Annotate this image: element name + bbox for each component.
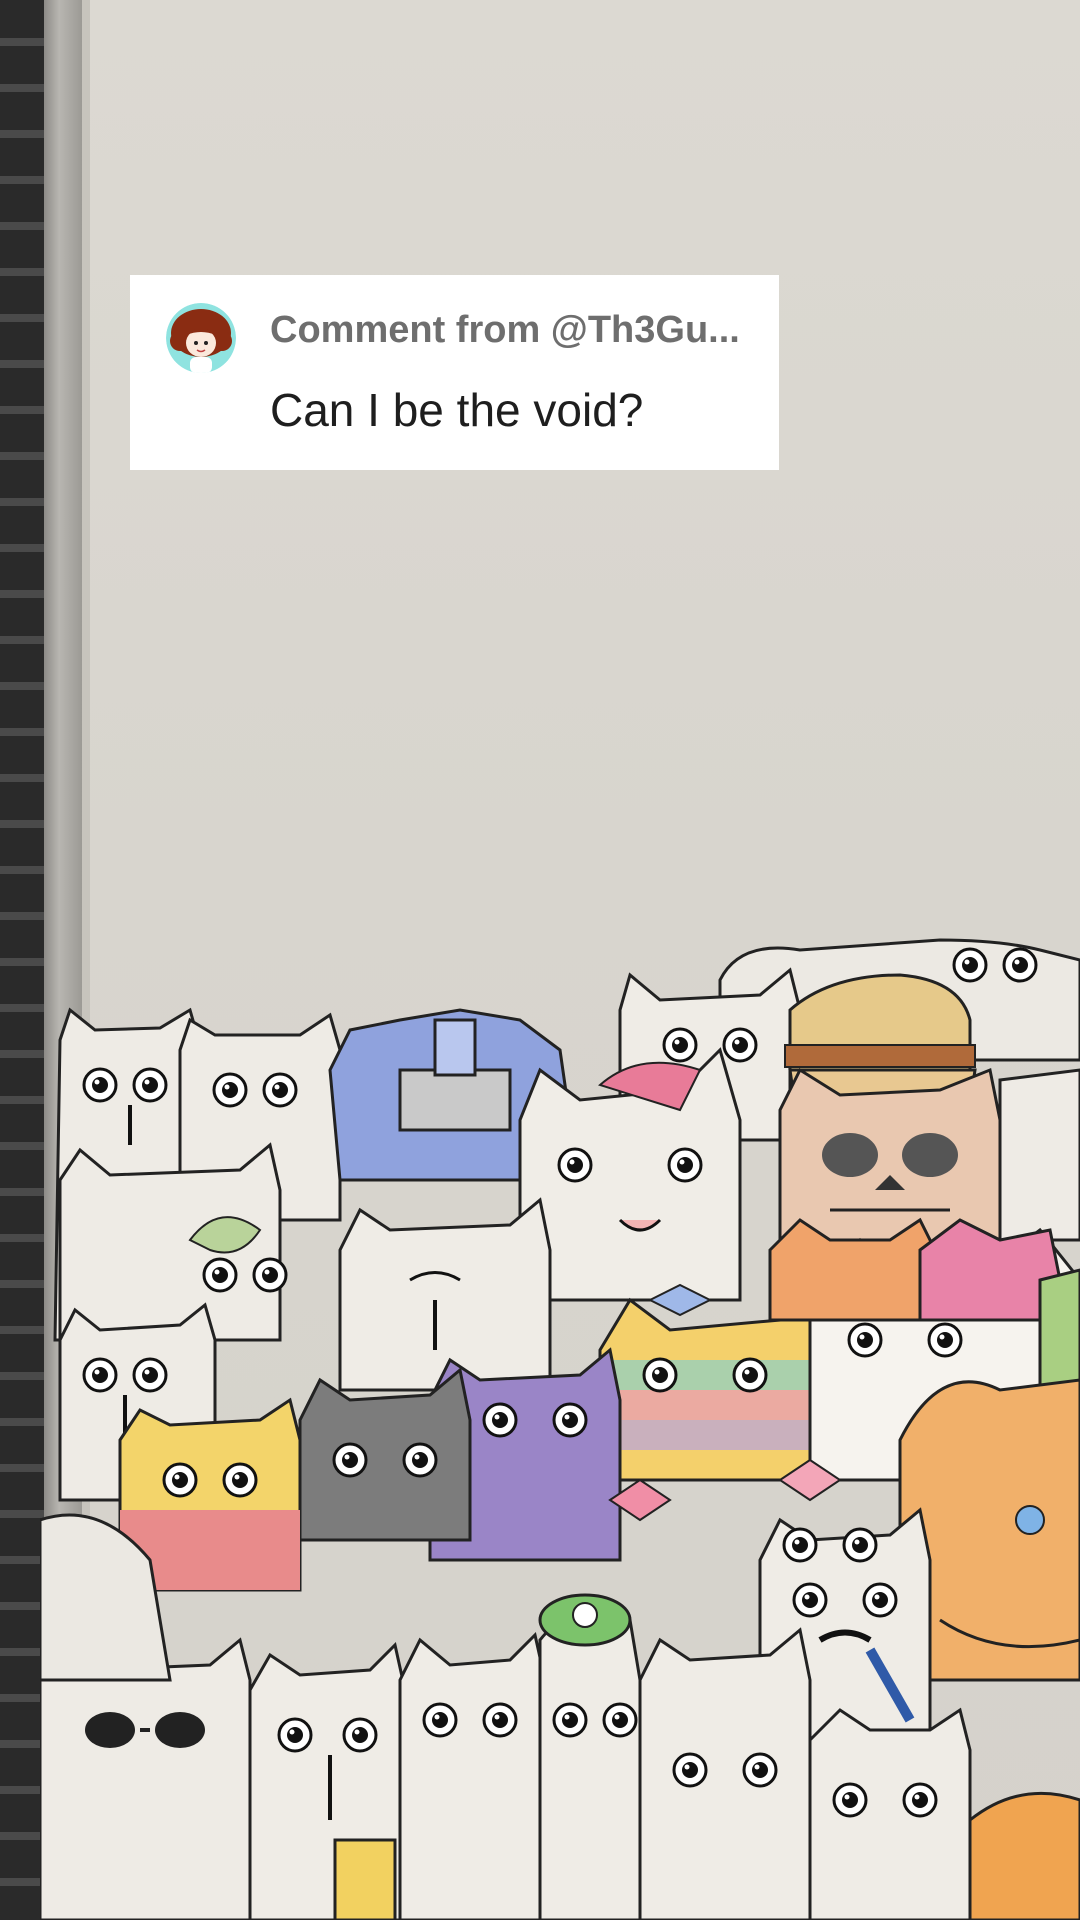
user-avatar-icon [166, 303, 236, 373]
cat-doodle-drawing [40, 920, 1080, 1920]
video-frame: Comment from @Th3Gu... Can I be the void… [0, 0, 1080, 1920]
comment-reply-sticker[interactable]: Comment from @Th3Gu... Can I be the void… [130, 275, 779, 470]
comment-text: Can I be the void? [270, 384, 644, 436]
window-blinds [0, 0, 44, 1920]
cat-doodle-illustration [40, 938, 1080, 1920]
comment-author: Comment from @Th3Gu... [270, 309, 740, 351]
